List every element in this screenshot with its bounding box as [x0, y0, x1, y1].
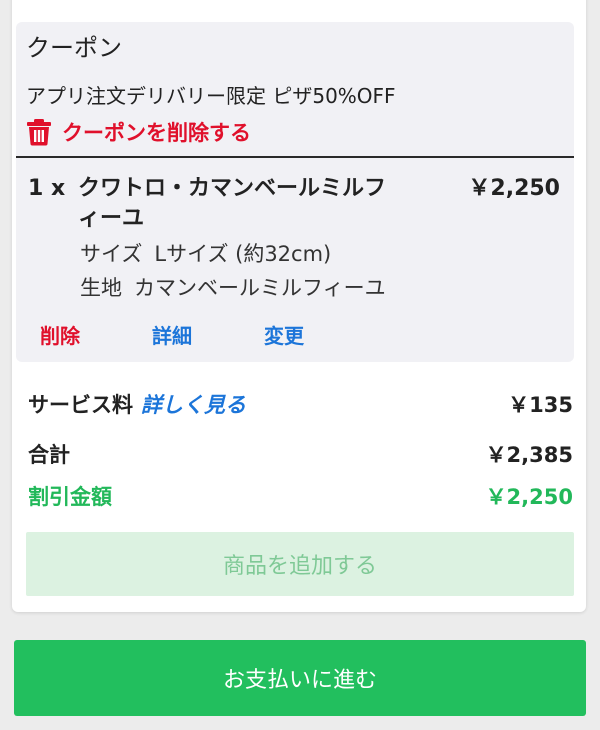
service-fee-row: サービス料 詳しく見る ￥135 [28, 388, 573, 420]
total-row: 合計 ￥2,385 [28, 438, 573, 470]
total-value: ￥2,385 [485, 443, 573, 467]
service-fee-more-link[interactable]: 詳しく見る [141, 393, 246, 417]
remove-coupon-button[interactable]: クーポンを削除する [26, 116, 251, 148]
coupon-description: アプリ注文デリバリー限定 ピザ50%OFF [26, 84, 396, 108]
total-label: 合計 [28, 443, 70, 467]
service-fee-label: サービス料 [28, 393, 133, 417]
item-option-crust: 生地 カマンベールミルフィーユ [80, 272, 386, 302]
option-key: サイズ [80, 242, 143, 266]
add-items-button[interactable]: 商品を追加する [26, 532, 574, 596]
discount-value: ￥2,250 [485, 485, 573, 509]
item-name: クワトロ・カマンベールミルフィーユ [78, 176, 387, 231]
option-value: カマンベールミルフィーユ [134, 276, 386, 300]
discount-label: 割引金額 [28, 485, 112, 509]
option-value: Lサイズ (約32cm) [154, 242, 332, 266]
coupon-title: クーポン [26, 34, 122, 62]
proceed-to-payment-button[interactable]: お支払いに進む [14, 640, 586, 716]
item-price: ￥2,250 [468, 176, 560, 201]
delete-item-link[interactable]: 削除 [40, 320, 152, 349]
discount-row: 割引金額 ￥2,250 [28, 480, 573, 512]
divider [16, 156, 574, 158]
service-fee-value: ￥135 [508, 393, 573, 417]
item-quantity: 1 x [28, 176, 66, 201]
item-details-link[interactable]: 詳細 [152, 320, 264, 349]
remove-coupon-label: クーポンを削除する [62, 121, 251, 145]
option-key: 生地 [80, 276, 122, 300]
trash-icon [27, 119, 51, 146]
change-item-link[interactable]: 変更 [264, 320, 376, 349]
item-option-size: サイズ Lサイズ (約32cm) [80, 238, 331, 268]
item-name-row: 1 x クワトロ・カマンベールミルフィーユ [28, 174, 428, 234]
item-actions: 削除 詳細 変更 [40, 320, 376, 349]
